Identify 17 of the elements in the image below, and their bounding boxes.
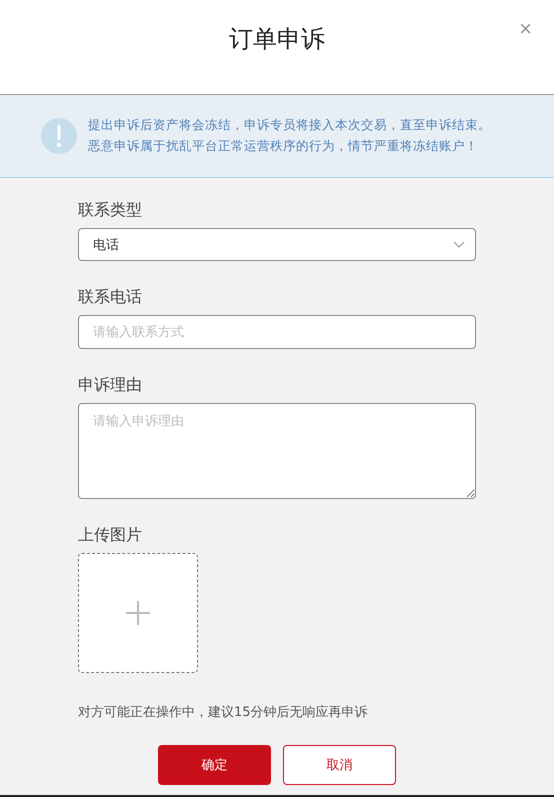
hint-text: 对方可能正在操作中，建议15分钟后无响应再申诉 xyxy=(78,704,369,721)
field-label: 申诉理由 xyxy=(78,375,143,395)
plus-icon xyxy=(126,601,150,625)
field-label: 上传图片 xyxy=(78,525,143,545)
cancel-button[interactable]: 取消 xyxy=(283,745,396,785)
text-area[interactable]: 请输入申诉理由 xyxy=(78,403,476,499)
input-field[interactable]: 请输入联系方式 xyxy=(78,315,476,349)
notice-text: 提出申诉后资产将会冻结，申诉专员将接入本次交易，直至申诉结束。 xyxy=(88,117,491,134)
notice-text: 恶意申诉属于扰乱平台正常运营秩序的行为，情节严重将冻结账户！ xyxy=(88,138,479,155)
contact-type-select[interactable]: 电话 xyxy=(78,228,476,261)
dialog-title: 订单申诉 xyxy=(229,24,325,55)
field-label: 联系类型 xyxy=(78,200,143,220)
field-label: 联系电话 xyxy=(78,287,143,307)
upload-button[interactable] xyxy=(78,553,198,673)
exclamation-icon xyxy=(41,118,77,154)
chevron-down-icon xyxy=(453,241,465,248)
confirm-button[interactable]: 确定 xyxy=(158,745,271,785)
